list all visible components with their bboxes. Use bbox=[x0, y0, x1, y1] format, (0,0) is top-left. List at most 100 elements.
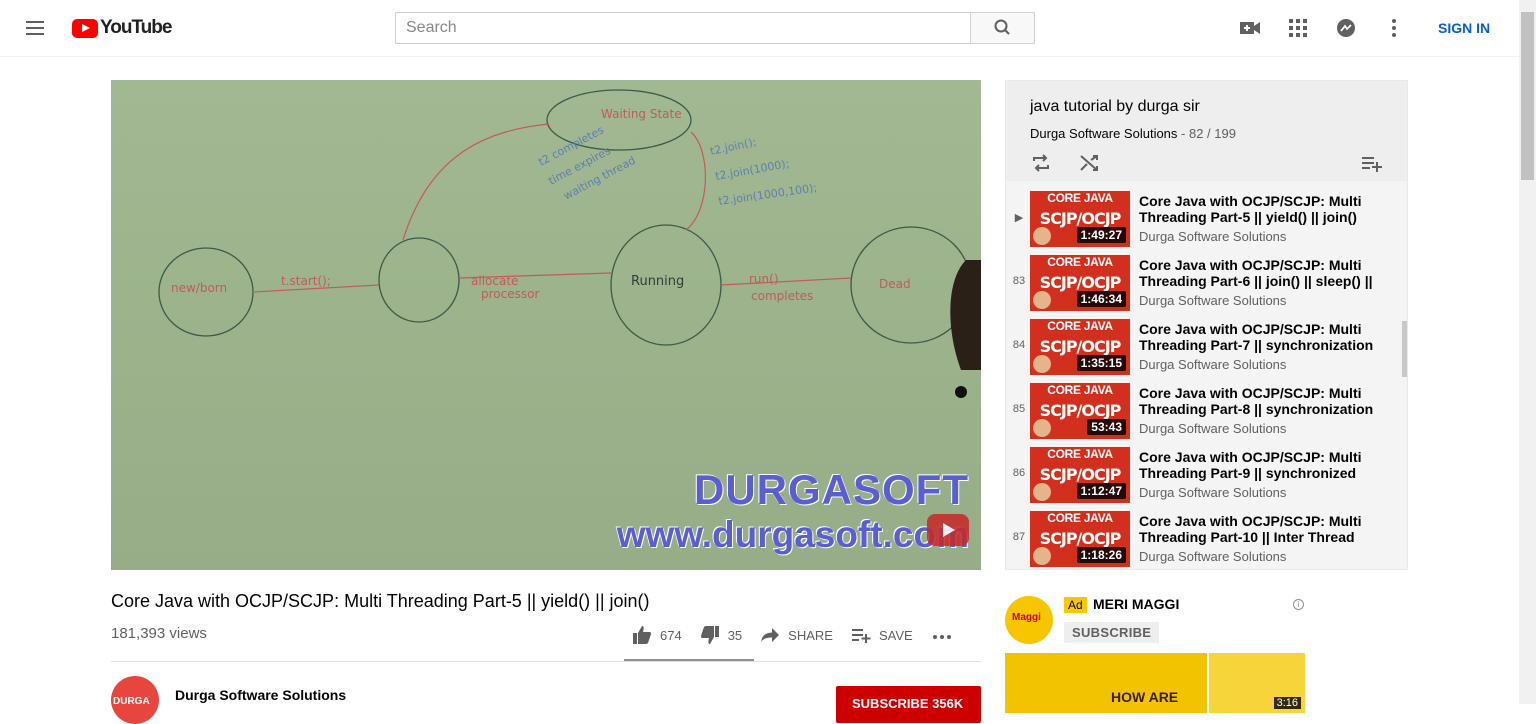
like-button[interactable]: 674 bbox=[632, 625, 682, 645]
share-label: SHARE bbox=[788, 627, 833, 643]
playlist-item-title[interactable]: Core Java with OCJP/SCJP: Multi Threadin… bbox=[1139, 513, 1389, 545]
playlist-item-thumbnail[interactable]: CORE JAVA SCJP/OCJP 1:12:47 bbox=[1030, 447, 1130, 503]
view-count: 181,393 views bbox=[111, 625, 207, 642]
playlist-item-thumbnail[interactable]: CORE JAVA SCJP/OCJP 1:18:26 bbox=[1030, 511, 1130, 567]
playlist-owner[interactable]: Durga Software Solutions bbox=[1030, 126, 1177, 141]
playlist-item-text: Core Java with OCJP/SCJP: Multi Threadin… bbox=[1139, 193, 1389, 244]
thumb-top-text: CORE JAVA bbox=[1047, 319, 1113, 333]
playlist-item[interactable]: ▶ CORE JAVA SCJP/OCJP 1:49:27 Core Java with… bbox=[1006, 185, 1407, 249]
playlist-item-duration: 1:18:26 bbox=[1076, 547, 1126, 563]
svg-text:t2.join();: t2.join(); bbox=[709, 135, 758, 157]
dislike-button[interactable]: 35 bbox=[700, 625, 742, 645]
playlist-item-duration: 53:43 bbox=[1087, 419, 1126, 435]
logo-text: YouTube bbox=[100, 17, 172, 38]
playlist-item-thumbnail[interactable]: CORE JAVA SCJP/OCJP 1:35:15 bbox=[1030, 319, 1130, 375]
page-scrollbar-thumb[interactable] bbox=[1521, 12, 1534, 180]
playlist-header: java tutorial by durga sir Durga Softwar… bbox=[1006, 81, 1407, 181]
playlist-item[interactable]: 85 CORE JAVA SCJP/OCJP 53:43 Core Java with … bbox=[1006, 377, 1407, 441]
playlist-item-duration: 1:46:34 bbox=[1076, 291, 1126, 307]
svg-text:Dead: Dead bbox=[879, 277, 911, 291]
share-button[interactable]: SHARE bbox=[760, 626, 833, 644]
youtube-logo[interactable]: YouTube bbox=[72, 17, 172, 39]
advertiser-logo-text: Maggi bbox=[1012, 612, 1041, 623]
save-playlist-icon[interactable] bbox=[1361, 153, 1383, 173]
advertiser-logo[interactable]: Maggi bbox=[1005, 596, 1053, 644]
video-actions: 674 35 SHARE SAVE bbox=[632, 625, 953, 645]
svg-text:Running: Running bbox=[631, 274, 684, 289]
playlist-item-text: Core Java with OCJP/SCJP: Multi Threadin… bbox=[1139, 449, 1389, 500]
channel-name[interactable]: Durga Software Solutions bbox=[175, 687, 346, 703]
presenter-face bbox=[1033, 419, 1051, 437]
search-input[interactable]: Search bbox=[395, 12, 971, 44]
presenter-face bbox=[1033, 483, 1051, 501]
apps-icon[interactable] bbox=[1286, 17, 1310, 39]
playlist-item-index: 84 bbox=[1012, 339, 1026, 351]
more-options-icon[interactable] bbox=[1382, 17, 1406, 39]
playlist-item[interactable]: 83 CORE JAVA SCJP/OCJP 1:46:34 Core Java wit… bbox=[1006, 249, 1407, 313]
playlist-item-index: 86 bbox=[1012, 467, 1026, 479]
svg-text:t.start();: t.start(); bbox=[281, 274, 331, 288]
ad-duration: 3:16 bbox=[1273, 697, 1301, 709]
playlist-item-duration: 1:12:47 bbox=[1076, 483, 1126, 499]
branding-subscribe-icon[interactable] bbox=[927, 514, 969, 546]
create-video-icon[interactable] bbox=[1238, 17, 1262, 39]
playlist-item-text: Core Java with OCJP/SCJP: Multi Threadin… bbox=[1139, 257, 1389, 308]
search-button[interactable] bbox=[970, 12, 1035, 44]
menu-icon[interactable] bbox=[24, 18, 48, 38]
playlist-item-thumbnail[interactable]: CORE JAVA SCJP/OCJP 1:49:27 bbox=[1030, 191, 1130, 247]
save-button[interactable]: SAVE bbox=[851, 626, 913, 644]
playlist-item-title[interactable]: Core Java with OCJP/SCJP: Multi Threadin… bbox=[1139, 449, 1389, 481]
playlist-item-title[interactable]: Core Java with OCJP/SCJP: Multi Threadin… bbox=[1139, 321, 1389, 353]
messages-icon[interactable] bbox=[1334, 17, 1358, 39]
playlist-scrollbar[interactable] bbox=[1402, 321, 1407, 377]
thumb-top-text: CORE JAVA bbox=[1047, 255, 1113, 269]
playlist-item-channel: Durga Software Solutions bbox=[1139, 357, 1287, 372]
playlist-title[interactable]: java tutorial by durga sir bbox=[1030, 98, 1200, 116]
thumb-mid-text: SCJP/OCJP bbox=[1039, 465, 1122, 484]
info-divider bbox=[111, 661, 981, 662]
playlist-item-index: 85 bbox=[1012, 403, 1026, 415]
playlist-item-text: Core Java with OCJP/SCJP: Multi Threadin… bbox=[1139, 321, 1389, 372]
sign-in-button[interactable]: SIGN IN bbox=[1438, 20, 1490, 36]
playlist-item-index: 83 bbox=[1012, 275, 1026, 287]
shuffle-icon[interactable] bbox=[1078, 153, 1100, 173]
ad-slogan: HOW ARE bbox=[1111, 689, 1179, 705]
loop-icon[interactable] bbox=[1030, 153, 1052, 173]
playlist-item-title[interactable]: Core Java with OCJP/SCJP: Multi Threadin… bbox=[1139, 385, 1389, 417]
playlist-item-channel: Durga Software Solutions bbox=[1139, 293, 1287, 308]
playlist-item-duration: 1:49:27 bbox=[1076, 227, 1126, 243]
thumb-top-text: CORE JAVA bbox=[1047, 447, 1113, 461]
presenter-face bbox=[1033, 355, 1051, 373]
thumb-mid-text: SCJP/OCJP bbox=[1039, 273, 1122, 292]
thumbs-down-icon bbox=[700, 626, 719, 644]
playlist-item[interactable]: 87 CORE JAVA SCJP/OCJP 1:18:26 Core Java wit… bbox=[1006, 505, 1407, 569]
thumbs-up-icon bbox=[633, 626, 651, 644]
video-title: Core Java with OCJP/SCJP: Multi Threadin… bbox=[111, 591, 650, 611]
playlist-item[interactable]: 84 CORE JAVA SCJP/OCJP 1:35:15 Core Java wit… bbox=[1006, 313, 1407, 377]
share-icon bbox=[761, 628, 780, 642]
youtube-play-icon bbox=[72, 18, 98, 38]
playlist-item-thumbnail[interactable]: CORE JAVA SCJP/OCJP 53:43 bbox=[1030, 383, 1130, 439]
more-actions-icon[interactable] bbox=[931, 625, 953, 645]
presenter-face bbox=[1033, 547, 1051, 565]
ad-thumbnail[interactable]: HOW ARE 3:16 bbox=[1005, 653, 1305, 713]
playlist-item-thumbnail[interactable]: CORE JAVA SCJP/OCJP 1:46:34 bbox=[1030, 255, 1130, 311]
ad-subscribe-button[interactable]: SUBSCRIBE bbox=[1064, 622, 1160, 643]
svg-text:Waiting State: Waiting State bbox=[601, 107, 682, 121]
svg-text:allocate: allocate bbox=[471, 274, 518, 288]
playlist-panel: java tutorial by durga sir Durga Softwar… bbox=[1005, 80, 1408, 570]
playlist-item-duration: 1:35:15 bbox=[1076, 355, 1126, 371]
playlist-item[interactable]: 86 CORE JAVA SCJP/OCJP 1:12:47 Core Java wit… bbox=[1006, 441, 1407, 505]
channel-avatar[interactable]: DURGA bbox=[111, 676, 159, 724]
playlist-item-title[interactable]: Core Java with OCJP/SCJP: Multi Threadin… bbox=[1139, 257, 1389, 289]
ad-badge: Ad bbox=[1064, 597, 1087, 613]
playlist-item-text: Core Java with OCJP/SCJP: Multi Threadin… bbox=[1139, 385, 1389, 436]
playlist-item-channel: Durga Software Solutions bbox=[1139, 229, 1287, 244]
svg-text:new/born: new/born bbox=[171, 281, 227, 295]
info-icon[interactable]: i bbox=[1293, 599, 1304, 610]
advertiser-name[interactable]: MERI MAGGI bbox=[1093, 596, 1179, 612]
video-player[interactable]: t2 completes time expires waiting thread… bbox=[111, 80, 981, 570]
playlist-item-title[interactable]: Core Java with OCJP/SCJP: Multi Threadin… bbox=[1139, 193, 1389, 225]
subscribe-button[interactable]: SUBSCRIBE 356K bbox=[836, 686, 981, 723]
playlist-item-text: Core Java with OCJP/SCJP: Multi Threadin… bbox=[1139, 513, 1389, 564]
